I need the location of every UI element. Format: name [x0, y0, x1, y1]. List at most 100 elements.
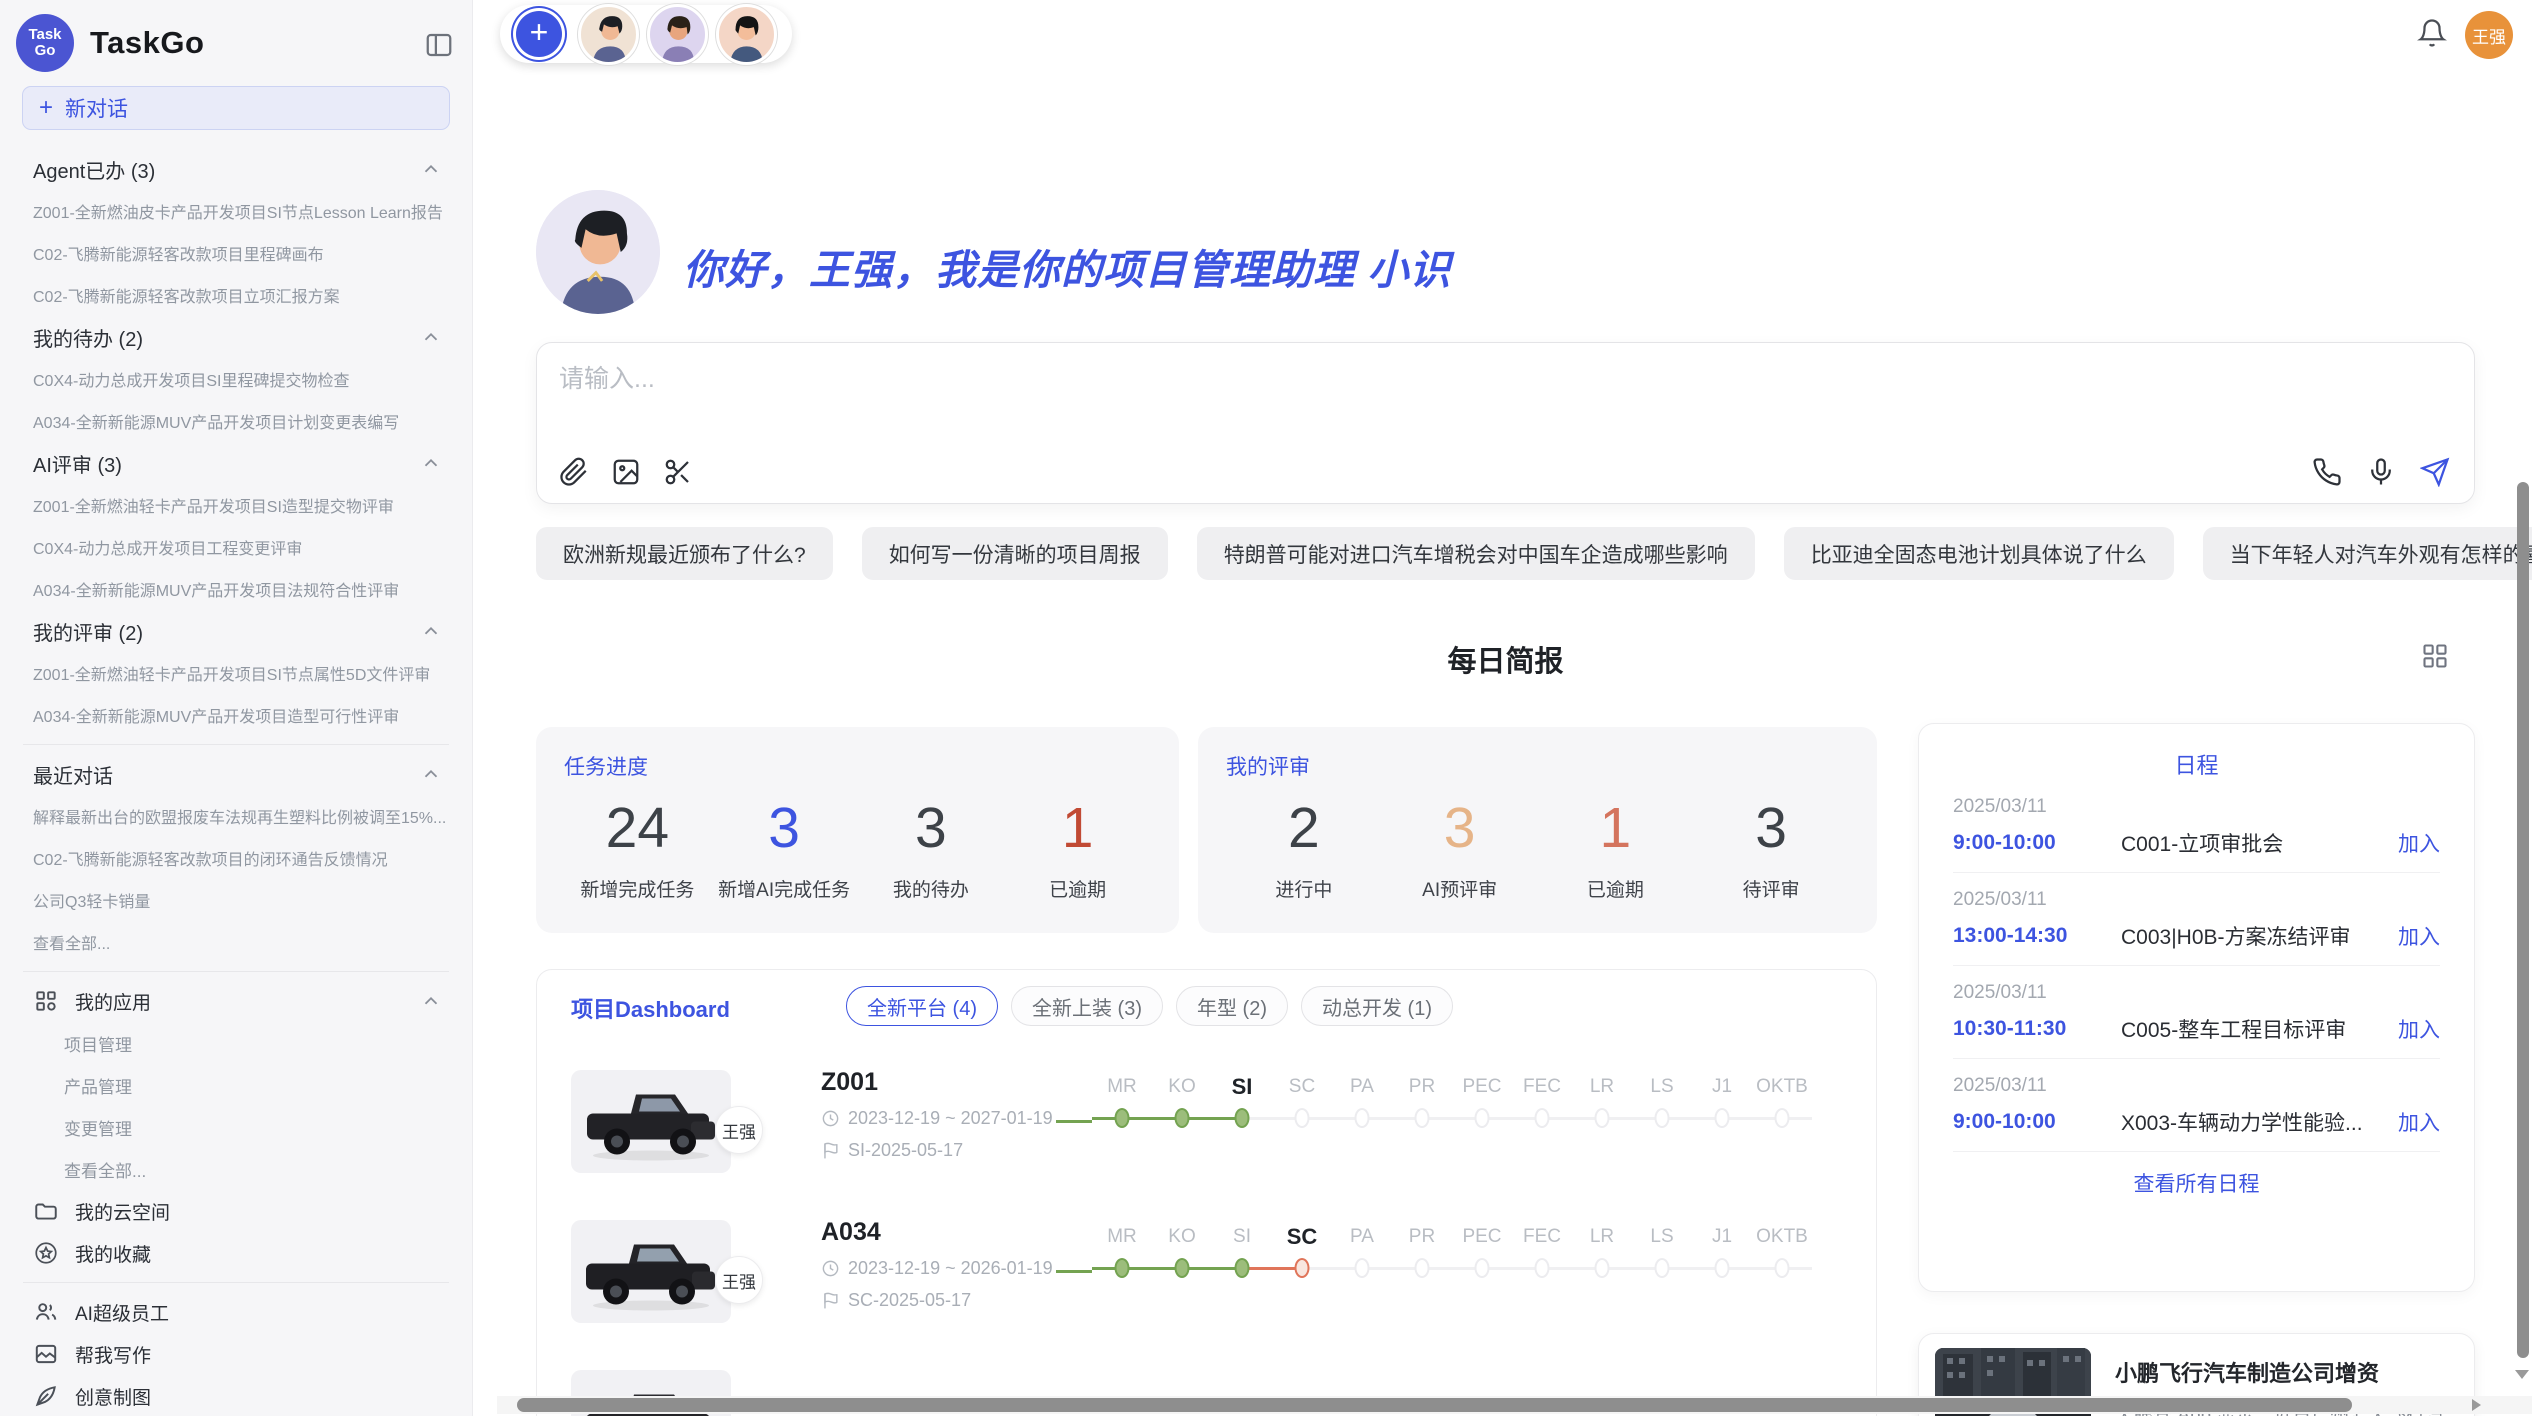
sidebar-item[interactable]: C02-飞腾新能源轻客改款项目立项汇报方案	[0, 274, 472, 316]
milestone-j1: J1	[1692, 1072, 1752, 1142]
sidebar-item[interactable]: Z001-全新燃油皮卡产品开发项目SI节点Lesson Learn报告	[0, 190, 472, 232]
sidebar-collapse-icon[interactable]	[424, 30, 454, 56]
milestone-label: SI	[1212, 1222, 1272, 1252]
agent-avatar[interactable]	[578, 4, 639, 65]
sidebar-item-favorites[interactable]: 我的收藏	[0, 1232, 472, 1274]
milestone-lr: LR	[1572, 1072, 1632, 1142]
sidebar-item[interactable]: A034-全新新能源MUV产品开发项目法规符合性评审	[0, 568, 472, 610]
milestone-dot	[1235, 1258, 1250, 1278]
microphone-icon[interactable]	[2366, 457, 2396, 487]
scroll-right-arrow-icon[interactable]	[2472, 1399, 2481, 1411]
new-chat-button[interactable]: + 新对话	[22, 86, 450, 130]
quill-pen-icon	[33, 1383, 59, 1409]
chat-input[interactable]	[559, 359, 2439, 435]
notification-bell-icon[interactable]	[2417, 18, 2447, 50]
horizontal-scrollbar-thumb[interactable]	[517, 1398, 2352, 1412]
milestone-oktb: OKTB	[1752, 1222, 1812, 1292]
section-header-ai-review[interactable]: AI评审 (3)	[0, 442, 472, 484]
project-row[interactable]: 王强 Z001 2023-12-19 ~ 2027-01-19 SI-2025-…	[537, 1058, 1877, 1208]
schedule-time: 13:00-14:30	[1953, 924, 2121, 948]
milestone-ls: LS	[1632, 1222, 1692, 1292]
join-button[interactable]: 加入	[2398, 1014, 2440, 1044]
schedule-card: 日程 2025/03/11 9:00-10:00 C001-立项审批会 加入 2…	[1918, 723, 2475, 1292]
sidebar-item[interactable]: C02-飞腾新能源轻客改款项目里程碑画布	[0, 232, 472, 274]
suggestion-chip[interactable]: 比亚迪全固态电池计划具体说了什么	[1784, 527, 2174, 580]
suggestion-chip[interactable]: 欧洲新规最近颁布了什么?	[536, 527, 833, 580]
tab-powertrain[interactable]: 动总开发 (1)	[1301, 986, 1453, 1026]
sidebar-item-cloud-space[interactable]: 我的云空间	[0, 1190, 472, 1232]
recent-view-all[interactable]: 查看全部...	[0, 921, 472, 963]
sidebar-item[interactable]: Z001-全新燃油轻卡产品开发项目SI节点属性5D文件评审	[0, 652, 472, 694]
sidebar-item[interactable]: A034-全新新能源MUV产品开发项目造型可行性评审	[0, 694, 472, 736]
join-button[interactable]: 加入	[2398, 828, 2440, 858]
scroll-down-arrow-icon[interactable]	[2515, 1370, 2529, 1379]
milestone-sc: SC	[1272, 1222, 1332, 1292]
recent-chat-item[interactable]: C02-飞腾新能源轻客改款项目的闭环通告反馈情况	[0, 837, 472, 879]
horizontal-scrollbar[interactable]	[497, 1396, 2532, 1414]
scissors-icon[interactable]	[663, 457, 693, 487]
schedule-event-title: C005-整车工程目标评审	[2121, 1014, 2398, 1044]
section-header-agent-done[interactable]: Agent已办 (3)	[0, 148, 472, 190]
agent-avatar-group: +	[500, 5, 792, 63]
milestone-ko: KO	[1152, 1222, 1212, 1292]
sidebar-logo-row: Task Go TaskGo	[0, 0, 472, 82]
my-review-card: 我的评审 2 进行中 3 AI预评审 1 已逾期 3 待评审	[1198, 727, 1877, 933]
paperclip-icon[interactable]	[559, 457, 589, 487]
milestone-label: SC	[1272, 1072, 1332, 1102]
greeting-text: 你好，王强，我是你的项目管理助理 小识	[683, 236, 1451, 296]
add-agent-button[interactable]: +	[516, 11, 562, 57]
assistant-avatar	[536, 190, 660, 314]
milestone-dot	[1175, 1108, 1190, 1128]
tab-year-model[interactable]: 年型 (2)	[1176, 986, 1288, 1026]
suggestion-chip[interactable]: 当下年轻人对汽车外观有怎样的喜好趋势	[2203, 527, 2532, 580]
milestone-label: LS	[1632, 1072, 1692, 1102]
sidebar-item-creative-drawing[interactable]: 创意制图	[0, 1375, 472, 1416]
phone-icon[interactable]	[2312, 457, 2342, 487]
layout-grid-icon[interactable]	[2421, 642, 2449, 670]
app-item-product-mgmt[interactable]: 产品管理	[0, 1064, 472, 1106]
view-all-schedule-link[interactable]: 查看所有日程	[1953, 1168, 2440, 1198]
project-row[interactable]: 王强 A034 2023-12-19 ~ 2026-01-19 SC-2025-…	[537, 1208, 1877, 1358]
metric-new-done: 24 新增完成任务	[564, 791, 711, 902]
vertical-scrollbar-thumb[interactable]	[2517, 482, 2529, 1358]
suggestion-chip[interactable]: 如何写一份清晰的项目周报	[862, 527, 1168, 580]
project-code: A034	[821, 1218, 881, 1247]
image-icon[interactable]	[611, 457, 641, 487]
metric-my-todo: 3 我的待办	[858, 791, 1005, 902]
message-composer	[536, 342, 2475, 504]
section-header-recent-chats[interactable]: 最近对话	[0, 753, 472, 795]
join-button[interactable]: 加入	[2398, 1107, 2440, 1137]
apps-view-all[interactable]: 查看全部...	[0, 1148, 472, 1190]
milestone-dot	[1355, 1108, 1370, 1128]
recent-chat-item[interactable]: 公司Q3轻卡销量	[0, 879, 472, 921]
schedule-event-title: X003-车辆动力学性能验...	[2121, 1107, 2398, 1137]
sidebar-item[interactable]: Z001-全新燃油轻卡产品开发项目SI造型提交物评审	[0, 484, 472, 526]
join-button[interactable]: 加入	[2398, 921, 2440, 951]
sidebar-item-ai-super-staff[interactable]: AI超级员工	[0, 1291, 472, 1333]
sidebar-item[interactable]: C0X4-动力总成开发项目工程变更评审	[0, 526, 472, 568]
milestone-label: LS	[1632, 1222, 1692, 1252]
section-header-my-todo[interactable]: 我的待办 (2)	[0, 316, 472, 358]
sidebar-item-help-me-write[interactable]: 帮我写作	[0, 1333, 472, 1375]
milestone-lead-line	[1056, 1072, 1092, 1142]
metric-pending-review: 3 待评审	[1693, 791, 1849, 902]
app-item-change-mgmt[interactable]: 变更管理	[0, 1106, 472, 1148]
agent-avatar[interactable]	[647, 4, 708, 65]
sidebar-item[interactable]: C0X4-动力总成开发项目SI里程碑提交物检查	[0, 358, 472, 400]
schedule-item: 2025/03/11 9:00-10:00 X003-车辆动力学性能验... 加…	[1953, 1059, 2440, 1152]
recent-chat-item[interactable]: 解释最新出台的欧盟报废车法规再生塑料比例被调至15%...	[0, 795, 472, 837]
suggestion-chip[interactable]: 特朗普可能对进口汽车增税会对中国车企造成哪些影响	[1197, 527, 1755, 580]
sidebar-item[interactable]: A034-全新新能源MUV产品开发项目计划变更表编写	[0, 400, 472, 442]
tab-new-body[interactable]: 全新上装 (3)	[1011, 986, 1163, 1026]
user-avatar[interactable]: 王强	[2465, 11, 2513, 59]
agent-avatar[interactable]	[716, 4, 777, 65]
section-header-my-apps[interactable]: 我的应用	[0, 980, 472, 1022]
milestone-label: FEC	[1512, 1072, 1572, 1102]
schedule-title: 日程	[1953, 748, 2440, 780]
send-icon[interactable]	[2420, 457, 2450, 487]
tab-new-platform[interactable]: 全新平台 (4)	[846, 986, 998, 1026]
section-header-my-review[interactable]: 我的评审 (2)	[0, 610, 472, 652]
project-code: Z001	[821, 1068, 878, 1097]
divider	[23, 971, 449, 972]
app-item-project-mgmt[interactable]: 项目管理	[0, 1022, 472, 1064]
